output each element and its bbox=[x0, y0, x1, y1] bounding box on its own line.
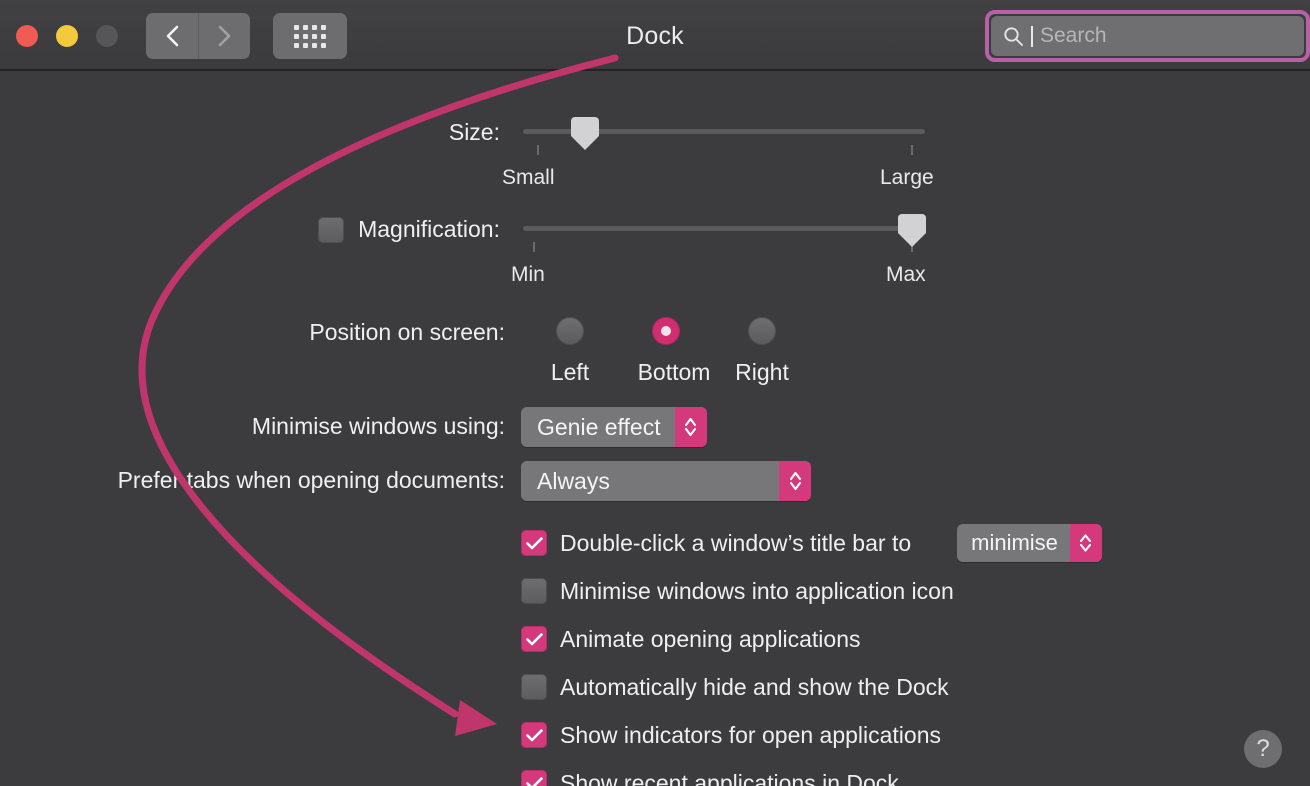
position-radio-right[interactable] bbox=[748, 317, 776, 345]
position-label-row: Position on screen: bbox=[0, 319, 505, 346]
minimise-effect-label-row: Minimise windows using: bbox=[0, 413, 505, 440]
checkbox-row-show-indicators: Show indicators for open applications bbox=[521, 715, 1102, 755]
position-label: Position on screen: bbox=[309, 319, 505, 345]
size-max-label: Large bbox=[880, 166, 934, 189]
minimise-into-app-icon-label: Minimise windows into application icon bbox=[560, 577, 954, 604]
magnification-slider-thumb[interactable] bbox=[895, 214, 929, 248]
size-slider-thumb[interactable] bbox=[568, 117, 602, 151]
show-recent-apps-label: Show recent applications in Dock bbox=[560, 769, 899, 786]
minimise-into-app-icon-checkbox[interactable] bbox=[521, 578, 547, 604]
checkbox-row-show-recent: Show recent applications in Dock bbox=[521, 763, 1102, 786]
system-preferences-dock-window: Dock Search Size: Small Large Magnificat… bbox=[0, 0, 1310, 786]
text-cursor bbox=[1031, 25, 1033, 47]
magnification-slider-tick-min bbox=[533, 242, 535, 252]
magnification-label-row: Magnification: bbox=[0, 216, 500, 243]
position-radio-group: Left Bottom Right bbox=[551, 317, 796, 385]
chevron-updown-icon bbox=[779, 461, 811, 501]
show-recent-apps-checkbox[interactable] bbox=[521, 770, 547, 786]
minimise-effect-popup-button[interactable]: Genie effect bbox=[521, 407, 707, 447]
position-radio-left[interactable] bbox=[556, 317, 584, 345]
prefer-tabs-label-row: Prefer tabs when opening documents: bbox=[0, 467, 505, 494]
double-click-titlebar-label: Double-click a window’s title bar to bbox=[560, 529, 912, 556]
size-min-label: Small bbox=[502, 166, 555, 189]
search-placeholder: Search bbox=[1040, 24, 1107, 47]
magnification-max-label: Max bbox=[886, 263, 926, 286]
help-button[interactable]: ? bbox=[1244, 730, 1282, 768]
magnification-slider-track[interactable] bbox=[523, 226, 925, 231]
position-option-label-bottom: Bottom bbox=[637, 359, 711, 385]
preferences-content: Size: Small Large Magnification: Min Max… bbox=[0, 73, 1310, 786]
position-option-label-right: Right bbox=[735, 359, 789, 385]
double-click-action-value: minimise bbox=[971, 530, 1058, 555]
animate-opening-apps-checkbox[interactable] bbox=[521, 626, 547, 652]
position-option-label-left: Left bbox=[550, 359, 590, 385]
checkbox-row-minimise-into-icon: Minimise windows into application icon bbox=[521, 571, 1102, 611]
auto-hide-dock-label: Automatically hide and show the Dock bbox=[560, 673, 949, 700]
position-radio-bottom[interactable] bbox=[652, 317, 680, 345]
question-mark-icon: ? bbox=[1256, 735, 1270, 762]
animate-opening-apps-label: Animate opening applications bbox=[560, 625, 861, 652]
size-slider-tick-max bbox=[911, 145, 913, 155]
size-label-row: Size: bbox=[0, 119, 500, 146]
prefer-tabs-value: Always bbox=[537, 467, 610, 494]
chevron-updown-icon bbox=[674, 407, 707, 447]
search-field-focus-ring: Search bbox=[985, 10, 1310, 62]
double-click-titlebar-checkbox[interactable] bbox=[521, 530, 547, 556]
prefer-tabs-popup-button[interactable]: Always bbox=[521, 461, 811, 501]
magnification-checkbox[interactable] bbox=[318, 216, 345, 243]
double-click-action-popup-button[interactable]: minimise bbox=[957, 524, 1102, 562]
dock-size-slider[interactable]: Small Large bbox=[502, 117, 934, 189]
window-titlebar: Dock Search bbox=[0, 0, 1310, 71]
magnification-label: Magnification: bbox=[358, 216, 500, 242]
search-input[interactable]: Search bbox=[991, 16, 1304, 56]
search-icon bbox=[1003, 26, 1024, 47]
dock-options-checkbox-list: Double-click a window’s title bar to min… bbox=[521, 523, 1102, 786]
chevron-updown-icon bbox=[1069, 524, 1102, 562]
show-indicators-checkbox[interactable] bbox=[521, 722, 547, 748]
checkbox-row-auto-hide: Automatically hide and show the Dock bbox=[521, 667, 1102, 707]
size-label: Size: bbox=[448, 119, 500, 145]
magnification-min-label: Min bbox=[511, 263, 545, 286]
size-slider-tick-min bbox=[537, 145, 539, 155]
prefer-tabs-label: Prefer tabs when opening documents: bbox=[117, 467, 505, 493]
auto-hide-dock-checkbox[interactable] bbox=[521, 674, 547, 700]
minimise-effect-value: Genie effect bbox=[537, 413, 661, 440]
show-indicators-label: Show indicators for open applications bbox=[560, 721, 942, 748]
checkbox-row-double-click: Double-click a window’s title bar to min… bbox=[521, 523, 1102, 563]
magnification-slider[interactable]: Min Max bbox=[511, 214, 926, 286]
checkbox-row-animate-opening: Animate opening applications bbox=[521, 619, 1102, 659]
minimise-effect-label: Minimise windows using: bbox=[251, 413, 505, 439]
